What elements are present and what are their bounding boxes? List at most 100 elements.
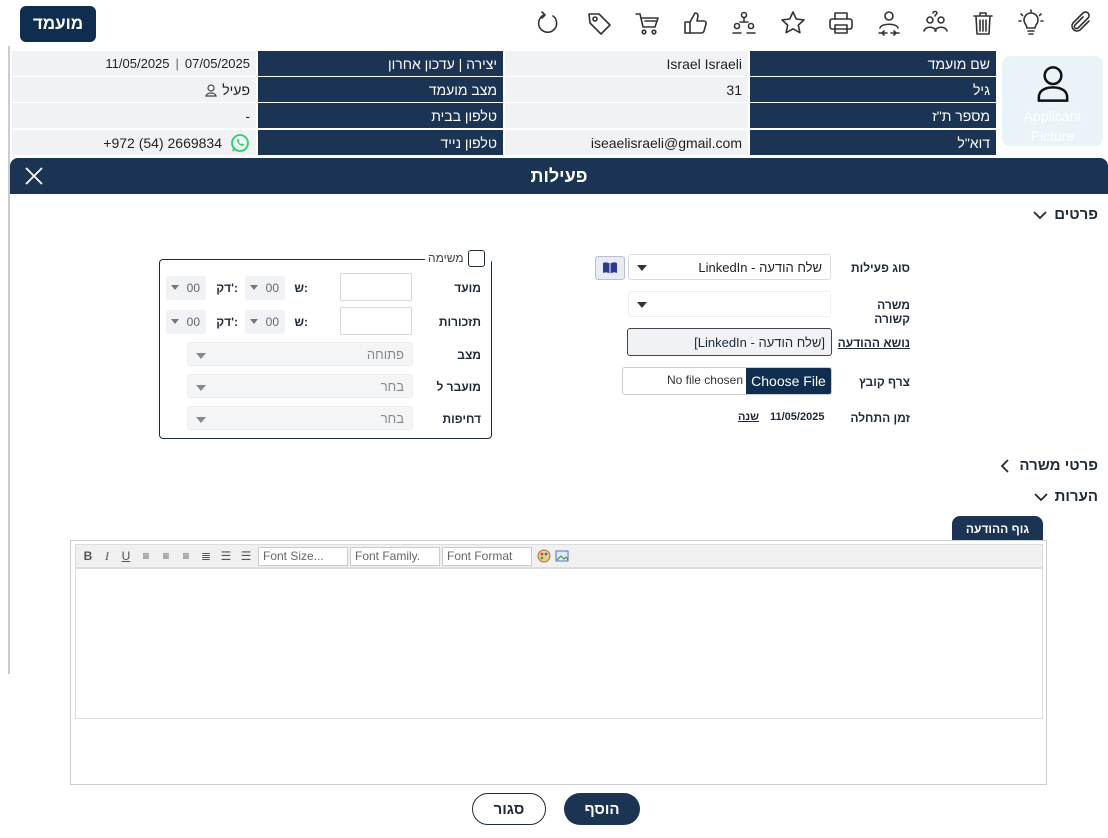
reminder-date-input[interactable]	[340, 307, 412, 335]
related-job-label: משרה קשורה	[874, 298, 910, 326]
reminder-label: תזכורות	[438, 315, 481, 329]
message-body-tab[interactable]: גוף ההודעה	[952, 516, 1043, 542]
label-email: דוא"ל	[750, 130, 996, 155]
chevron-down-icon	[250, 285, 258, 290]
tag-icon[interactable]	[582, 6, 616, 40]
value-candidate-name: Israel Israeli	[505, 51, 748, 76]
priority-label: דחיפות	[442, 412, 481, 426]
message-subject-label: נושא ההודעה	[837, 336, 910, 350]
task-checkbox[interactable]	[467, 249, 485, 267]
due-hour-label: ש:	[294, 281, 308, 295]
label-candidate-name: שם מועמד	[750, 51, 996, 76]
color-palette-icon[interactable]	[536, 548, 552, 564]
transfer-user-icon[interactable]	[872, 6, 906, 40]
align-left-icon[interactable]: ≡	[138, 548, 154, 564]
font-size-select[interactable]: Font Size...	[258, 547, 348, 566]
bullet-list-icon[interactable]: ☰	[238, 548, 254, 564]
priority-select[interactable]: בחר	[187, 406, 413, 430]
message-subject-input[interactable]: [LinkedIn - שלח הודעה]	[627, 328, 832, 356]
due-minute-value: 00	[186, 281, 200, 295]
reminder-minute-value: 00	[186, 315, 200, 329]
value-id-number	[505, 103, 748, 128]
reminder-hour-select[interactable]: 00	[245, 310, 285, 334]
section-notes-toggle[interactable]: הערות	[1033, 488, 1098, 505]
section-job-toggle[interactable]: פרטי משרה	[997, 457, 1098, 474]
cart-icon[interactable]	[630, 6, 664, 40]
updated-date: 11/05/2025	[105, 56, 170, 71]
font-format-select[interactable]: Font Format	[442, 547, 532, 566]
section-details-title: פרטים	[1054, 206, 1098, 223]
font-family-select[interactable]: Font Family.	[350, 547, 440, 566]
assigned-to-label: מועבר ל	[436, 380, 481, 394]
attach-icon[interactable]	[1064, 6, 1098, 40]
priority-value: בחר	[380, 410, 404, 426]
due-hour-value: 00	[265, 281, 279, 295]
bold-icon[interactable]: B	[80, 548, 96, 564]
align-justify-icon[interactable]: ≣	[198, 548, 214, 564]
section-details-toggle[interactable]: פרטים	[1032, 206, 1098, 223]
value-mobile-phone: +972 (54) 2669834	[12, 130, 256, 155]
add-button[interactable]: הוסף	[564, 793, 640, 825]
due-minute-label: דק':	[216, 281, 238, 295]
users-question-icon[interactable]	[918, 6, 952, 40]
chevron-down-icon	[1033, 210, 1047, 219]
file-input[interactable]: Choose File No file chosen	[622, 367, 832, 395]
label-candidate-status: מצב מועמד	[258, 77, 503, 102]
applicant-picture-label: Applicant Picture	[1023, 108, 1082, 144]
book-icon	[603, 262, 617, 274]
label-home-phone: טלפון בבית	[258, 103, 503, 128]
whatsapp-icon[interactable]	[230, 133, 250, 153]
reminder-minute-label: דק':	[216, 315, 238, 329]
related-job-select[interactable]	[628, 291, 831, 317]
activity-type-label: סוג פעילות	[850, 261, 910, 275]
refresh-icon[interactable]	[530, 6, 564, 40]
value-home-phone: -	[12, 103, 256, 128]
activity-type-value: LinkedIn - שלח הודעה	[698, 259, 822, 275]
italic-icon[interactable]: I	[99, 548, 115, 564]
activity-type-select[interactable]: LinkedIn - שלח הודעה	[628, 254, 831, 280]
applicant-picture[interactable]: Applicant Picture	[1002, 56, 1103, 146]
chevron-down-icon	[196, 417, 206, 423]
print-icon[interactable]	[824, 6, 858, 40]
panel-title: פעילות	[530, 166, 588, 186]
chevron-down-icon	[637, 265, 647, 271]
due-date-input[interactable]	[340, 273, 412, 301]
attach-file-label: צרף קובץ	[858, 375, 910, 389]
start-time-label: זמן התחלה	[850, 411, 910, 425]
change-date-link[interactable]: שנה	[738, 411, 759, 423]
org-chart-icon[interactable]	[727, 6, 761, 40]
due-hour-select[interactable]: 00	[245, 276, 285, 300]
assigned-to-value: בחר	[380, 378, 404, 394]
trash-icon[interactable]	[966, 6, 1000, 40]
lightbulb-icon[interactable]	[1014, 6, 1048, 40]
ordered-list-icon[interactable]: ☰	[218, 548, 234, 564]
value-candidate-status: פעיל	[12, 77, 256, 102]
task-status-select[interactable]: פתוחה	[187, 342, 413, 366]
choose-file-button[interactable]: Choose File	[746, 368, 831, 394]
chevron-down-icon	[196, 385, 206, 391]
close-button[interactable]: סגור	[472, 793, 546, 825]
activity-panel-header: פעילות	[10, 158, 1108, 194]
chevron-down-icon	[171, 319, 179, 324]
align-right-icon[interactable]: ≡	[178, 548, 194, 564]
star-icon[interactable]	[776, 6, 810, 40]
user-icon	[205, 83, 218, 97]
assigned-to-select[interactable]: בחר	[187, 374, 413, 398]
thumbs-up-icon[interactable]	[678, 6, 712, 40]
reminder-minute-select[interactable]: 00	[166, 310, 206, 334]
section-job-title: פרטי משרה	[1019, 457, 1098, 474]
section-notes-title: הערות	[1054, 488, 1098, 505]
linkedin-open-button[interactable]	[595, 256, 625, 280]
created-date: 07/05/2025	[184, 56, 250, 71]
insert-image-icon[interactable]	[554, 548, 570, 564]
task-legend: משימה	[425, 249, 491, 267]
mobile-number[interactable]: +972 (54) 2669834	[103, 135, 222, 151]
underline-icon[interactable]: U	[118, 548, 134, 564]
candidate-button[interactable]: מועמד	[20, 6, 96, 42]
editor-text-area[interactable]	[75, 568, 1043, 719]
top-toolbar: מועמד	[0, 0, 1108, 46]
value-email[interactable]: iseaelisraeli@gmail.com	[505, 130, 748, 155]
due-minute-select[interactable]: 00	[166, 276, 206, 300]
chevron-left-icon	[1001, 458, 1010, 473]
align-center-icon[interactable]: ≡	[158, 548, 174, 564]
